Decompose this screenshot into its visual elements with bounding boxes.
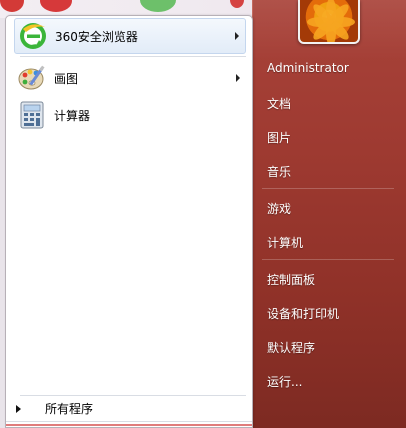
all-programs-button[interactable]: 所有程序 <box>16 400 93 417</box>
program-label: 360安全浏览器 <box>55 29 138 44</box>
desktop-icon-fragment <box>0 0 24 12</box>
submenu-arrow-icon[interactable] <box>235 32 239 40</box>
program-item-360-browser[interactable]: 360安全浏览器 <box>14 18 246 54</box>
expand-arrow-icon <box>16 404 21 413</box>
menu-item-run[interactable]: 运行... <box>267 373 302 390</box>
all-programs-label: 所有程序 <box>45 402 94 416</box>
menu-separator <box>262 188 394 189</box>
360-browser-icon <box>17 20 49 52</box>
calculator-icon <box>16 99 48 131</box>
program-item-calculator[interactable]: 计算器 <box>14 97 246 133</box>
desktop-icon-fragment <box>140 0 176 12</box>
desktop-icon-fragment <box>40 0 72 12</box>
menu-item-documents[interactable]: 文档 <box>267 95 291 112</box>
program-label: 计算器 <box>54 108 91 123</box>
desktop-icon-fragment <box>230 0 244 8</box>
menu-item-music[interactable]: 音乐 <box>267 163 291 180</box>
menu-item-pictures[interactable]: 图片 <box>267 129 291 146</box>
paint-icon <box>16 62 48 94</box>
program-separator <box>20 395 246 396</box>
program-list-pane: 360安全浏览器 画图 计算器 <box>5 15 253 428</box>
menu-item-computer[interactable]: 计算机 <box>267 234 303 251</box>
menu-item-default-programs[interactable]: 默认程序 <box>267 339 315 356</box>
menu-item-devices-and-printers[interactable]: 设备和打印机 <box>267 305 339 322</box>
search-box[interactable] <box>6 424 252 428</box>
menu-item-games[interactable]: 游戏 <box>267 200 291 217</box>
menu-item-control-panel[interactable]: 控制面板 <box>267 271 315 288</box>
program-separator <box>20 56 246 57</box>
program-item-paint[interactable]: 画图 <box>14 60 246 96</box>
menu-item-administrator[interactable]: Administrator <box>267 61 349 75</box>
submenu-arrow-icon[interactable] <box>236 74 240 82</box>
menu-separator <box>262 259 394 260</box>
search-box-divider <box>6 421 252 422</box>
user-picture[interactable] <box>298 0 360 44</box>
program-label: 画图 <box>54 71 79 86</box>
